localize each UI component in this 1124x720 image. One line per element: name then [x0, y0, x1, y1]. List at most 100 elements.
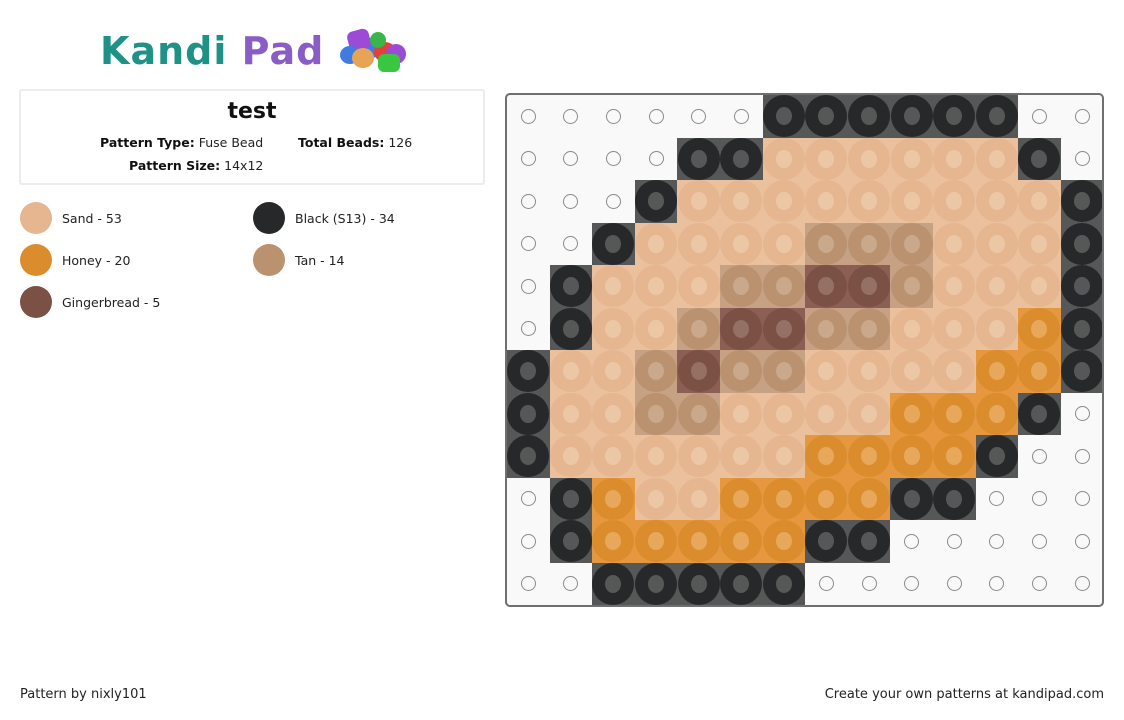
bead-cell[interactable]: [762, 265, 806, 308]
bead-cell[interactable]: [890, 180, 933, 223]
bead-cell[interactable]: [1018, 180, 1061, 223]
bead-cell[interactable]: [1018, 222, 1061, 265]
bead-cell[interactable]: [549, 265, 593, 308]
bead-cell[interactable]: [719, 392, 763, 435]
bead-cell[interactable]: [890, 392, 933, 435]
empty-peg[interactable]: [976, 563, 1019, 606]
empty-peg[interactable]: [933, 520, 976, 563]
bead-cell[interactable]: [677, 392, 720, 435]
empty-peg[interactable]: [592, 180, 635, 223]
bead-cell[interactable]: [890, 435, 933, 478]
empty-peg[interactable]: [550, 138, 593, 181]
bead-cell[interactable]: [592, 562, 635, 605]
bead-cell[interactable]: [592, 307, 635, 350]
empty-peg[interactable]: [1018, 95, 1061, 138]
bead-cell[interactable]: [975, 265, 1019, 308]
bead-cell[interactable]: [1060, 222, 1102, 265]
bead-cell[interactable]: [634, 562, 678, 605]
bead-cell[interactable]: [847, 265, 891, 308]
empty-peg[interactable]: [507, 95, 550, 138]
empty-peg[interactable]: [1018, 563, 1061, 606]
bead-cell[interactable]: [634, 222, 678, 265]
bead-cell[interactable]: [932, 95, 976, 138]
bead-cell[interactable]: [932, 307, 976, 350]
empty-peg[interactable]: [507, 478, 550, 521]
bead-cell[interactable]: [847, 180, 891, 223]
bead-cell[interactable]: [1060, 180, 1102, 223]
bead-cell[interactable]: [634, 180, 678, 223]
bead-cell[interactable]: [507, 350, 550, 393]
bead-cell[interactable]: [762, 95, 806, 138]
bead-cell[interactable]: [549, 307, 593, 350]
empty-peg[interactable]: [592, 95, 635, 138]
bead-cell[interactable]: [762, 307, 806, 350]
empty-peg[interactable]: [1018, 478, 1061, 521]
bead-cell[interactable]: [719, 222, 763, 265]
bead-cell[interactable]: [1018, 392, 1061, 435]
bead-cell[interactable]: [890, 350, 933, 393]
bead-cell[interactable]: [847, 137, 891, 180]
bead-cell[interactable]: [805, 392, 848, 435]
bead-cell[interactable]: [762, 562, 806, 605]
empty-peg[interactable]: [848, 563, 891, 606]
empty-peg[interactable]: [720, 95, 763, 138]
bead-cell[interactable]: [847, 520, 891, 563]
bead-cell[interactable]: [719, 180, 763, 223]
empty-peg[interactable]: [1061, 138, 1102, 181]
bead-cell[interactable]: [634, 435, 678, 478]
bead-cell[interactable]: [549, 392, 593, 435]
bead-cell[interactable]: [932, 137, 976, 180]
bead-cell[interactable]: [719, 562, 763, 605]
bead-cell[interactable]: [847, 477, 891, 520]
bead-cell[interactable]: [932, 222, 976, 265]
bead-cell[interactable]: [719, 520, 763, 563]
bead-cell[interactable]: [549, 477, 593, 520]
bead-cell[interactable]: [677, 350, 720, 393]
bead-cell[interactable]: [677, 307, 720, 350]
bead-cell[interactable]: [975, 435, 1019, 478]
bead-cell[interactable]: [847, 95, 891, 138]
empty-peg[interactable]: [550, 223, 593, 266]
kandipad-promo-link[interactable]: Create your own patterns at kandipad.com: [825, 687, 1104, 702]
empty-peg[interactable]: [1061, 393, 1102, 436]
bead-cell[interactable]: [677, 222, 720, 265]
kandipad-logo[interactable]: Kandi Pad: [100, 26, 407, 76]
bead-cell[interactable]: [932, 180, 976, 223]
bead-cell[interactable]: [1018, 137, 1061, 180]
empty-peg[interactable]: [1018, 435, 1061, 478]
bead-cell[interactable]: [549, 520, 593, 563]
bead-cell[interactable]: [677, 435, 720, 478]
bead-cell[interactable]: [592, 435, 635, 478]
bead-cell[interactable]: [847, 222, 891, 265]
empty-peg[interactable]: [933, 563, 976, 606]
empty-peg[interactable]: [1018, 520, 1061, 563]
bead-cell[interactable]: [592, 520, 635, 563]
bead-cell[interactable]: [890, 137, 933, 180]
bead-cell[interactable]: [805, 137, 848, 180]
bead-cell[interactable]: [890, 307, 933, 350]
bead-cell[interactable]: [1060, 265, 1102, 308]
bead-cell[interactable]: [762, 392, 806, 435]
bead-cell[interactable]: [762, 222, 806, 265]
bead-cell[interactable]: [507, 435, 550, 478]
empty-peg[interactable]: [1061, 478, 1102, 521]
empty-peg[interactable]: [890, 520, 933, 563]
bead-cell[interactable]: [634, 477, 678, 520]
bead-cell[interactable]: [719, 307, 763, 350]
bead-cell[interactable]: [719, 350, 763, 393]
bead-cell[interactable]: [847, 435, 891, 478]
empty-peg[interactable]: [507, 308, 550, 351]
empty-peg[interactable]: [1061, 435, 1102, 478]
bead-cell[interactable]: [975, 307, 1019, 350]
bead-cell[interactable]: [549, 350, 593, 393]
bead-cell[interactable]: [805, 95, 848, 138]
bead-cell[interactable]: [719, 137, 763, 180]
bead-cell[interactable]: [592, 477, 635, 520]
bead-cell[interactable]: [719, 435, 763, 478]
bead-cell[interactable]: [975, 222, 1019, 265]
bead-cell[interactable]: [1060, 307, 1102, 350]
bead-cell[interactable]: [677, 562, 720, 605]
bead-cell[interactable]: [1018, 350, 1061, 393]
bead-cell[interactable]: [592, 222, 635, 265]
bead-cell[interactable]: [805, 477, 848, 520]
